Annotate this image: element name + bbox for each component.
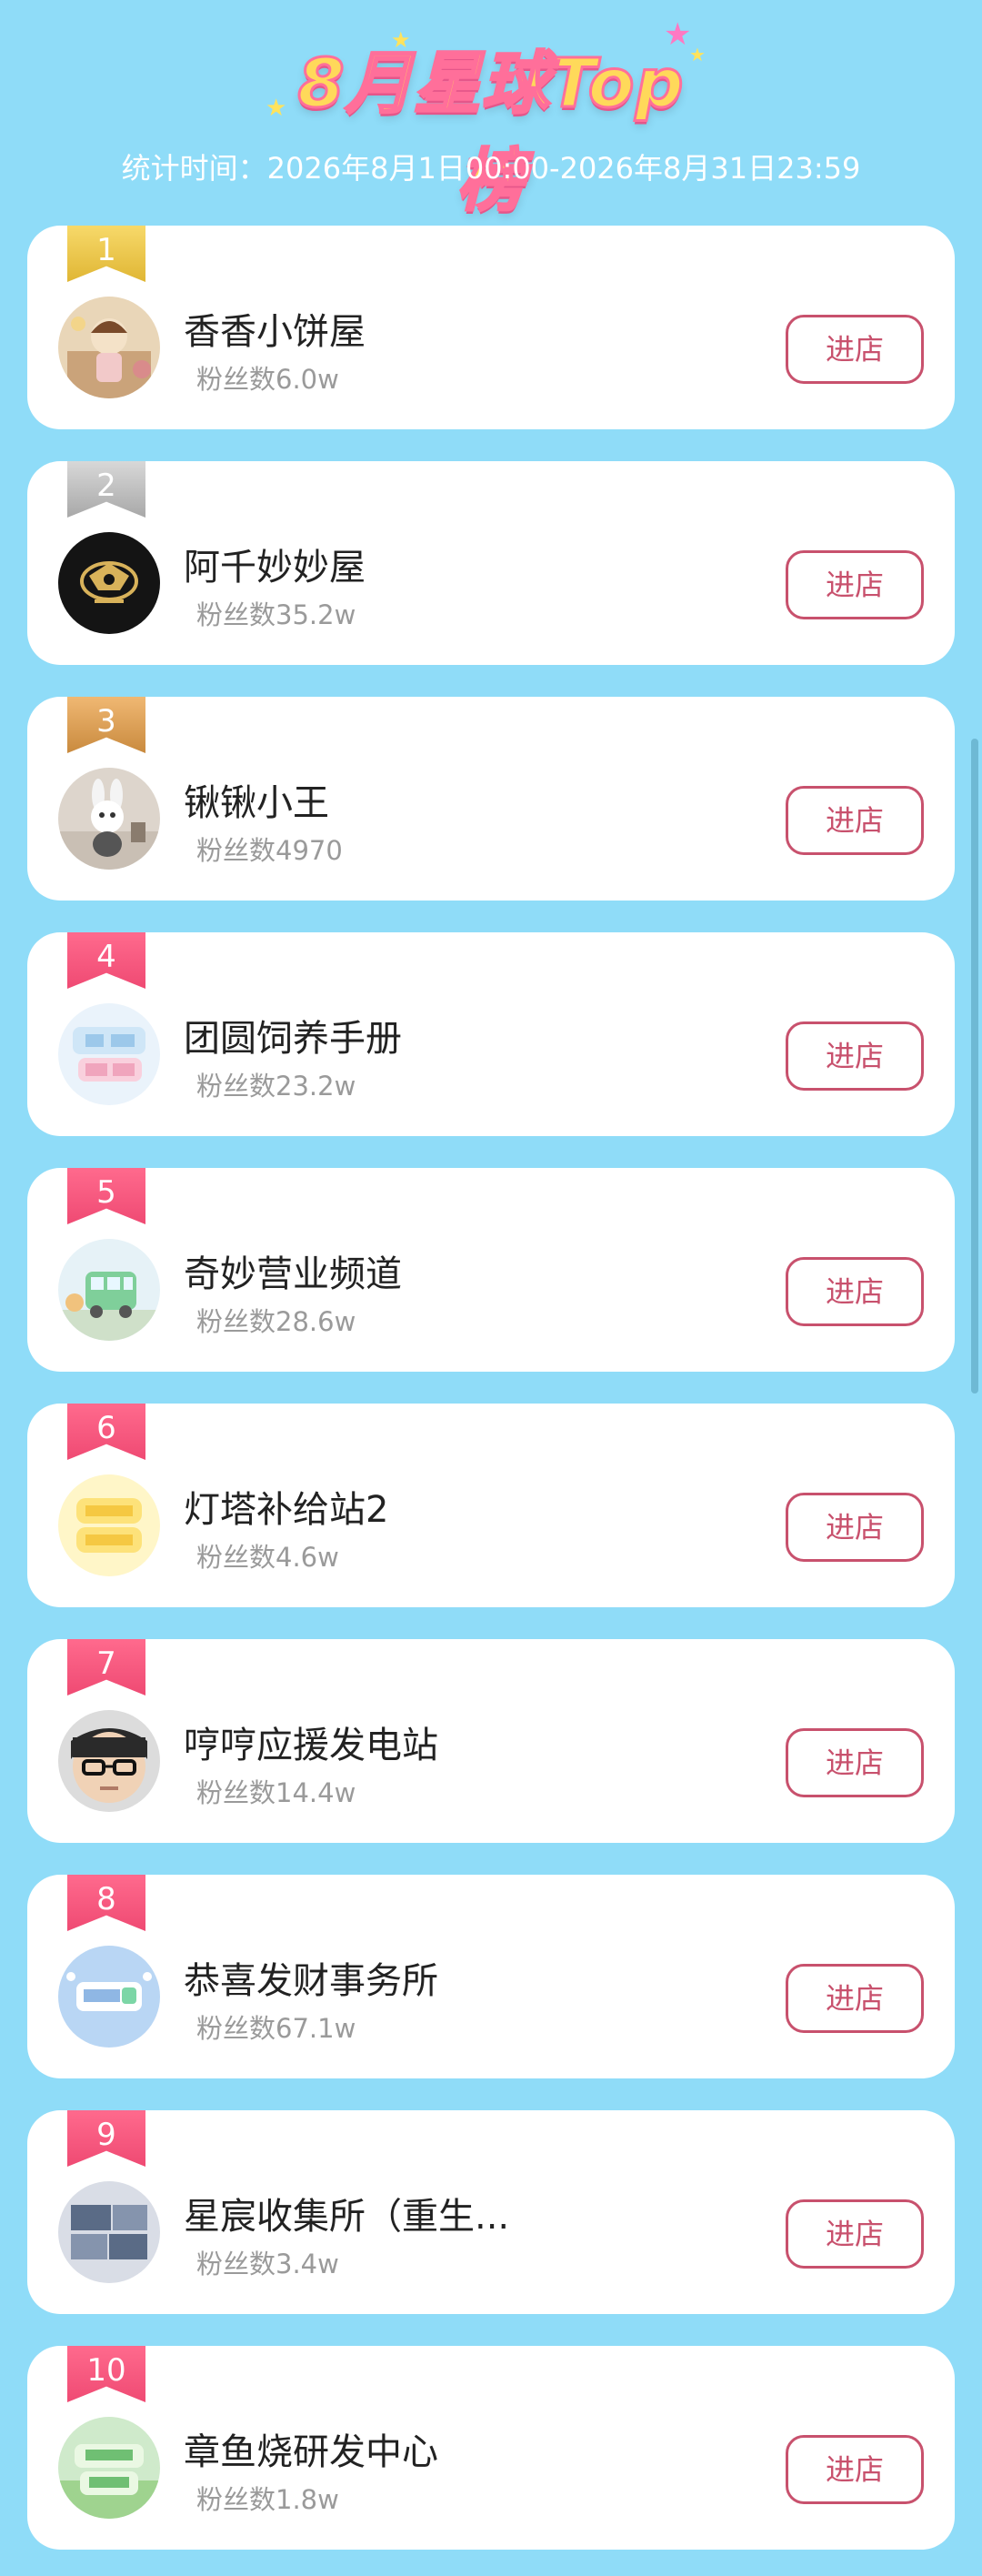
rank-badge: 1 [67,226,145,282]
enter-shop-button[interactable]: 进店 [786,1728,924,1797]
green-logo-avatar [58,2417,160,2519]
enter-shop-button[interactable]: 进店 [786,1257,924,1326]
shop-name: 章鱼烧研发中心 [184,2431,438,2473]
shop-name: 恭喜发财事务所 [184,1960,438,2002]
shop-name: 灯塔补给站2 [184,1489,389,1531]
shop-card[interactable]: 6 灯塔补给站2 粉丝数4.6w 进店 [27,1404,955,1607]
enter-shop-button[interactable]: 进店 [786,1964,924,2033]
fans-count: 粉丝数28.6w [196,1306,356,1337]
shop-name: 哼哼应援发电站 [184,1725,438,1766]
fans-count: 粉丝数3.4w [196,2249,339,2279]
shop-name: 奇妙营业频道 [184,1253,402,1295]
shop-card[interactable]: 7 哼哼应援发电站 粉丝数14.4w 进店 [27,1639,955,1843]
fans-count: 粉丝数4.6w [196,1542,339,1573]
shop-name: 团圆饲养手册 [184,1018,402,1060]
enter-shop-button[interactable]: 进店 [786,1493,924,1562]
enter-shop-button[interactable]: 进店 [786,1021,924,1091]
gray-logo-avatar [58,2181,160,2283]
shop-card[interactable]: 3 锹锹小王 粉丝数4970 进店 [27,697,955,901]
rank-badge: 8 [67,1875,145,1931]
star-icon: ★ [689,44,706,65]
yellow-logo-avatar [58,1474,160,1576]
rank-badge: 3 [67,697,145,753]
blue-badge-avatar [58,1946,160,2048]
enter-shop-button[interactable]: 进店 [786,550,924,619]
fans-count: 粉丝数6.0w [196,364,339,395]
fans-count: 粉丝数14.4w [196,1777,356,1808]
page-header: ★ 8月星球Top榜 ★ ★ ★ 统计时间：2026年8月1日00:00-202… [0,0,982,222]
figure-photo-avatar [58,297,160,398]
rank-badge: 10 [67,2346,145,2402]
fans-count: 粉丝数35.2w [196,599,356,630]
enter-shop-button[interactable]: 进店 [786,786,924,855]
enter-shop-button[interactable]: 进店 [786,2435,924,2504]
gold-emblem-avatar [58,532,160,634]
shop-card[interactable]: 8 恭喜发财事务所 粉丝数67.1w 进店 [27,1875,955,2078]
fans-count: 粉丝数4970 [196,835,343,866]
shop-name: 星宸收集所（重生... [184,2196,510,2238]
rank-badge: 5 [67,1168,145,1224]
shop-name: 锹锹小王 [184,782,329,824]
star-icon: ★ [266,95,287,122]
rank-badge: 6 [67,1404,145,1460]
shop-card[interactable]: 5 奇妙营业频道 粉丝数28.6w 进店 [27,1168,955,1372]
shop-card[interactable]: 2 阿千妙妙屋 粉丝数35.2w 进店 [27,461,955,665]
shop-card[interactable]: 4 团圆饲养手册 粉丝数23.2w 进店 [27,932,955,1136]
fans-count: 粉丝数67.1w [196,2013,356,2044]
fans-count: 粉丝数23.2w [196,1071,356,1102]
stat-time: 统计时间：2026年8月1日00:00-2026年8月31日23:59 [121,151,861,186]
shop-card[interactable]: 9 星宸收集所（重生... 粉丝数3.4w 进店 [27,2110,955,2314]
scrollbar[interactable] [971,739,978,1394]
title-banner: ★ 8月星球Top榜 ★ ★ ★ [266,16,709,222]
rank-badge: 9 [67,2110,145,2167]
shop-name: 阿千妙妙屋 [184,547,366,589]
enter-shop-button[interactable]: 进店 [786,2199,924,2269]
rank-badge: 2 [67,461,145,518]
star-icon: ★ [664,16,692,53]
shop-name: 香香小饼屋 [184,311,366,353]
handbook-logo-avatar [58,1003,160,1105]
page-title: 8月星球Top榜 [296,44,685,222]
plush-toy-avatar [58,768,160,870]
rank-badge: 4 [67,932,145,989]
shop-card[interactable]: 1 香香小饼屋 粉丝数6.0w 进店 [27,226,955,429]
enter-shop-button[interactable]: 进店 [786,315,924,384]
rank-badge: 7 [67,1639,145,1696]
fans-count: 粉丝数1.8w [196,2484,339,2515]
cartoon-bus-avatar [58,1239,160,1341]
shop-card[interactable]: 10 章鱼烧研发中心 粉丝数1.8w 进店 [27,2346,955,2550]
face-glasses-avatar [58,1710,160,1812]
